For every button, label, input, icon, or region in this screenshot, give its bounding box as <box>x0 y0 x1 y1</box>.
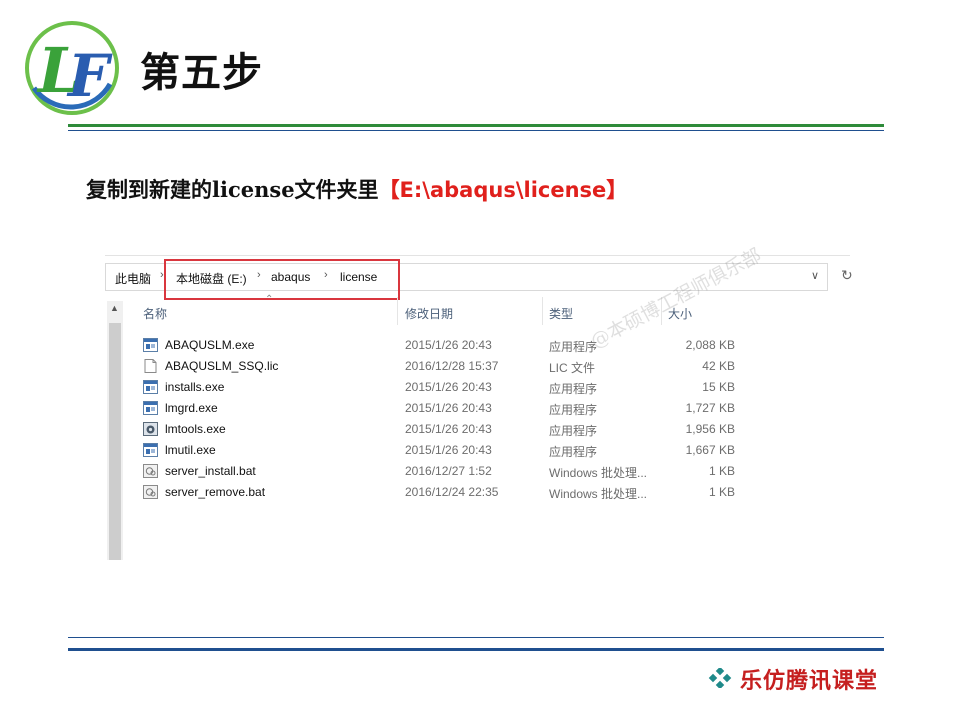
file-size: 1,956 KB <box>685 422 735 436</box>
instruction-text: 复制到新建的license文件夹里【E:\abaqus\license】 <box>86 174 627 204</box>
sort-ascending-icon: ⌃ <box>265 294 274 305</box>
file-row[interactable]: lmutil.exe 2015/1/26 20:43 应用程序 1,667 KB <box>143 440 743 461</box>
exe-icon <box>143 443 158 457</box>
footer-divider-thin <box>68 637 884 638</box>
file-name: ABAQUSLM.exe <box>165 338 255 352</box>
file-name: installs.exe <box>165 380 225 394</box>
file-size: 2,088 KB <box>685 338 735 352</box>
header-divider-green <box>68 124 884 127</box>
file-size: 1,667 KB <box>685 443 735 457</box>
instruction-path: 【E:\abaqus\license】 <box>378 178 628 202</box>
file-size: 15 KB <box>702 380 735 394</box>
refresh-icon[interactable]: ↻ <box>841 267 853 284</box>
column-header-type[interactable]: 类型 <box>549 305 573 322</box>
bat-icon <box>143 485 158 499</box>
file-modified: 2015/1/26 20:43 <box>405 380 492 394</box>
file-modified: 2016/12/27 1:52 <box>405 464 492 478</box>
exe-icon <box>143 380 158 394</box>
scroll-thumb[interactable] <box>109 323 121 560</box>
file-row[interactable]: lmgrd.exe 2015/1/26 20:43 应用程序 1,727 KB <box>143 398 743 419</box>
svg-text:F: F <box>66 42 113 110</box>
exe-icon <box>143 338 158 352</box>
file-name: lmtools.exe <box>165 422 226 436</box>
file-modified: 2016/12/28 15:37 <box>405 359 499 373</box>
column-divider[interactable] <box>397 297 398 325</box>
file-type: 应用程序 <box>549 403 598 417</box>
file-modified: 2015/1/26 20:43 <box>405 338 492 352</box>
diamond-cluster-icon <box>708 668 732 688</box>
file-row[interactable]: server_install.bat 2016/12/27 1:52 Windows… <box>143 461 743 482</box>
breadcrumb-this-pc[interactable]: 此电脑 <box>115 270 151 287</box>
lf-logo: L F <box>25 21 119 115</box>
file-type: LIC 文件 <box>549 361 596 375</box>
address-highlight-box <box>164 259 400 300</box>
file-modified: 2015/1/26 20:43 <box>405 443 492 457</box>
file-size: 1 KB <box>708 485 735 499</box>
file-type: 应用程序 <box>549 382 598 396</box>
footer-divider-thick <box>68 648 884 651</box>
column-header-name[interactable]: 名称 <box>143 305 167 322</box>
file-name: server_install.bat <box>165 464 256 478</box>
slide-title: 第五步 <box>140 50 263 96</box>
file-name: ABAQUSLM_SSQ.lic <box>165 359 279 373</box>
file-name: lmutil.exe <box>165 443 216 457</box>
file-row[interactable]: installs.exe 2015/1/26 20:43 应用程序 15 KB <box>143 377 743 398</box>
file-size: 42 KB <box>702 359 735 373</box>
bat-icon <box>143 464 158 478</box>
instruction-main: 复制到新建的license文件夹里 <box>86 177 379 202</box>
file-name: server_remove.bat <box>165 485 266 499</box>
file-name: lmgrd.exe <box>165 401 218 415</box>
file-icon <box>143 359 158 373</box>
file-row[interactable]: lmtools.exe 2015/1/26 20:43 应用程序 1,956 KB <box>143 419 743 440</box>
column-divider[interactable] <box>542 297 543 325</box>
header-divider-blue <box>68 130 884 131</box>
exe-icon <box>143 401 158 415</box>
file-size: 1,727 KB <box>685 401 735 415</box>
file-explorer: 此电脑 › 本地磁盘 (E:) › abaqus › license ∨ ↻ ▲… <box>105 255 853 563</box>
file-type: 应用程序 <box>549 424 598 438</box>
file-size: 1 KB <box>708 464 735 478</box>
vertical-scrollbar[interactable]: ▲ <box>107 301 123 560</box>
file-modified: 2015/1/26 20:43 <box>405 401 492 415</box>
tool-exe-icon <box>143 422 158 436</box>
chevron-down-icon[interactable]: ∨ <box>811 269 819 282</box>
file-type: 应用程序 <box>549 445 598 459</box>
column-header-modified[interactable]: 修改日期 <box>405 305 453 322</box>
scroll-up-arrow-icon[interactable]: ▲ <box>110 303 119 313</box>
file-row[interactable]: ABAQUSLM.exe 2015/1/26 20:43 应用程序 2,088 KB <box>143 335 743 356</box>
file-modified: 2015/1/26 20:43 <box>405 422 492 436</box>
file-row[interactable]: ABAQUSLM_SSQ.lic 2016/12/28 15:37 LIC 文件 42… <box>143 356 743 377</box>
footer-brand: 乐仿腾讯课堂 <box>740 668 879 694</box>
file-modified: 2016/12/24 22:35 <box>405 485 499 499</box>
file-row[interactable]: server_remove.bat 2016/12/24 22:35 Windows… <box>143 482 743 503</box>
